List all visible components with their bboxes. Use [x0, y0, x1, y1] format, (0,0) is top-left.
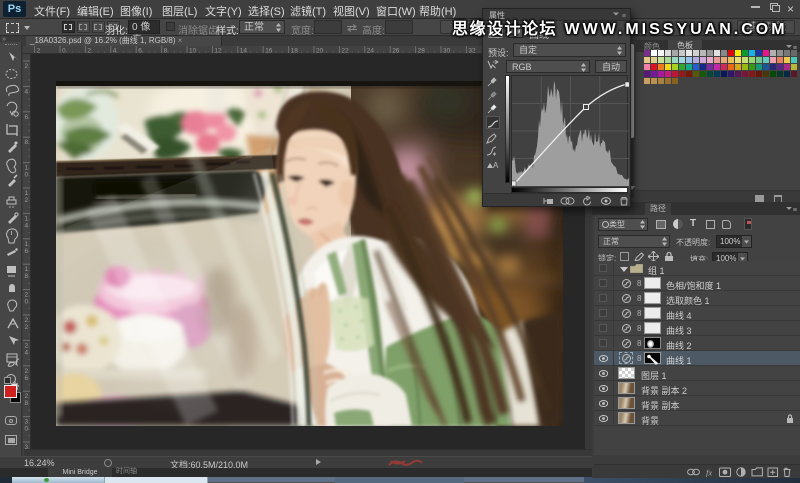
svg-text:24: 24: [367, 48, 375, 55]
svg-text:fx: fx: [706, 468, 712, 478]
svg-text:1: 1: [25, 190, 29, 197]
svg-text:2: 2: [25, 342, 29, 349]
svg-text:0: 0: [25, 426, 29, 433]
svg-text:28: 28: [418, 48, 426, 55]
svg-text:6: 6: [25, 375, 29, 382]
svg-text:6: 6: [138, 48, 142, 55]
svg-text:1: 1: [25, 165, 29, 172]
svg-text:2: 2: [25, 368, 29, 375]
svg-text:4: 4: [113, 48, 117, 55]
svg-text:32: 32: [468, 48, 476, 55]
svg-text:20: 20: [316, 48, 324, 55]
svg-text:8: 8: [25, 139, 29, 146]
svg-text:6: 6: [25, 114, 29, 121]
svg-text:2: 2: [25, 393, 29, 400]
svg-text:4: 4: [25, 349, 29, 356]
svg-text:2: 2: [25, 292, 29, 299]
svg-text:1: 1: [25, 241, 29, 248]
svg-text:18: 18: [291, 48, 299, 55]
svg-text:12: 12: [214, 48, 222, 55]
svg-text:4: 4: [25, 222, 29, 229]
svg-text:0: 0: [62, 48, 66, 55]
svg-text:8: 8: [25, 400, 29, 407]
svg-text:2: 2: [25, 197, 29, 204]
svg-text:14: 14: [240, 48, 248, 55]
svg-text:8: 8: [164, 48, 168, 55]
svg-text:2: 2: [87, 48, 91, 55]
svg-text:8: 8: [25, 273, 29, 280]
svg-text:16: 16: [265, 48, 273, 55]
svg-text:4: 4: [25, 88, 29, 95]
svg-text:2: 2: [37, 48, 41, 55]
svg-text:10: 10: [189, 48, 197, 55]
svg-text:3: 3: [25, 419, 29, 426]
svg-text:26: 26: [392, 48, 400, 55]
svg-text:22: 22: [341, 48, 349, 55]
svg-text:30: 30: [443, 48, 451, 55]
svg-text:A: A: [493, 161, 499, 170]
svg-text:0: 0: [25, 299, 29, 306]
svg-text:1: 1: [25, 215, 29, 222]
svg-text:2: 2: [25, 317, 29, 324]
svg-text:6: 6: [25, 248, 29, 255]
svg-text:1: 1: [25, 266, 29, 273]
svg-text:2: 2: [25, 324, 29, 331]
svg-text:0: 0: [25, 172, 29, 179]
svg-text:2: 2: [25, 63, 29, 70]
